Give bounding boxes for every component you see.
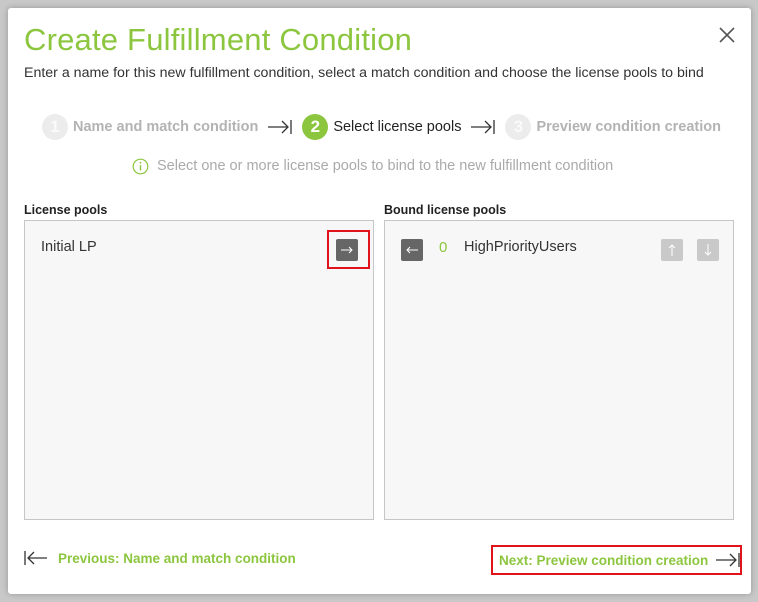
move-up-button[interactable]	[661, 239, 683, 261]
step-number: 3	[505, 114, 532, 140]
arrow-left-icon	[406, 246, 418, 254]
license-pools-label: License pools	[24, 203, 108, 217]
bound-license-pools-list[interactable]: 0 HighPriorityUsers	[384, 220, 734, 520]
highlight-box	[327, 230, 370, 269]
list-item[interactable]: 0 HighPriorityUsers	[385, 235, 733, 261]
bound-pool-name: HighPriorityUsers	[464, 239, 577, 255]
previous-label: Previous: Name and match condition	[58, 550, 296, 566]
step-preview-condition[interactable]: 3 Preview condition creation	[505, 114, 721, 140]
arrow-left-bar-icon	[24, 551, 47, 565]
step-number: 1	[42, 114, 68, 140]
arrow-to-bar-icon	[267, 119, 293, 135]
remove-from-bound-button[interactable]	[401, 239, 423, 261]
dialog-title: Create Fulfillment Condition	[24, 22, 413, 57]
step-label: Preview condition creation	[536, 119, 721, 135]
next-button[interactable]: Next: Preview condition creation	[491, 545, 742, 575]
arrow-down-icon	[704, 244, 712, 256]
license-pools-list[interactable]: Initial LP	[24, 220, 374, 520]
license-pool-name: Initial LP	[41, 239, 97, 255]
hint-text: Select one or more license pools to bind…	[157, 158, 614, 174]
arrow-to-bar-icon	[470, 119, 496, 135]
arrow-to-bar-icon	[715, 552, 741, 568]
step-name-and-match[interactable]: 1 Name and match condition	[42, 114, 258, 140]
bound-license-pools-label: Bound license pools	[384, 203, 507, 217]
list-item[interactable]: Initial LP	[25, 230, 373, 269]
priority-value: 0	[439, 239, 448, 256]
step-label: Name and match condition	[73, 119, 259, 135]
close-button[interactable]	[714, 22, 740, 48]
move-down-button[interactable]	[697, 239, 719, 261]
previous-button[interactable]: Previous: Name and match condition	[24, 549, 296, 567]
step-label: Select license pools	[333, 119, 462, 135]
create-fulfillment-condition-dialog: Create Fulfillment Condition Enter a nam…	[8, 8, 751, 594]
dialog-subtitle: Enter a name for this new fulfillment co…	[24, 65, 704, 81]
step-number: 2	[302, 114, 329, 140]
info-icon	[132, 158, 149, 174]
close-icon	[719, 27, 735, 43]
wizard-steps: 1 Name and match condition 2 Select lice…	[42, 114, 721, 140]
step-select-license-pools[interactable]: 2 Select license pools	[302, 114, 461, 140]
hint: Select one or more license pools to bind…	[132, 157, 613, 175]
arrow-up-icon	[668, 244, 676, 256]
next-label: Next: Preview condition creation	[499, 552, 709, 568]
